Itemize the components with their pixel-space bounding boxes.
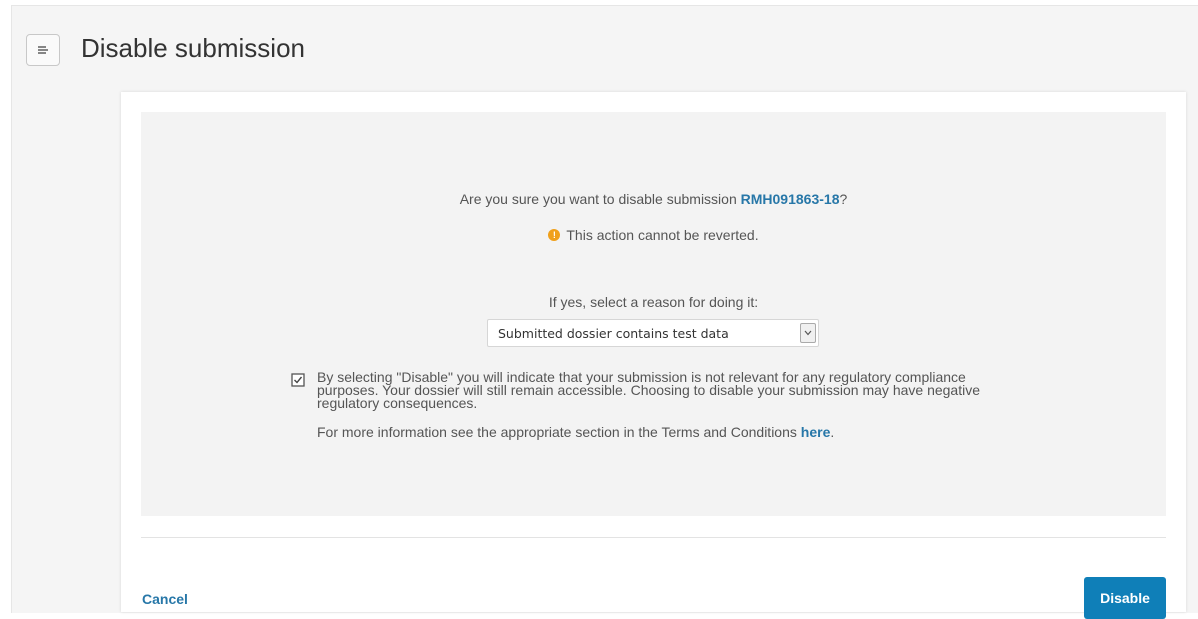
hamburger-menu-icon — [38, 46, 48, 54]
consent-section: By selecting "Disable" you will indicate… — [291, 369, 1021, 440]
footer-divider — [141, 537, 1166, 538]
warning-text: This action cannot be reverted. — [566, 227, 759, 243]
dialog-card: Are you sure you want to disable submiss… — [121, 92, 1186, 619]
warning-circle-icon: ! — [548, 229, 561, 241]
cancel-button[interactable]: Cancel — [142, 591, 188, 607]
confirmation-question: Are you sure you want to disable submiss… — [141, 191, 1166, 207]
reason-select[interactable]: Submitted dossier contains test data — [487, 319, 819, 347]
consent-text: By selecting "Disable" you will indicate… — [317, 369, 981, 411]
disable-button[interactable]: Disable — [1084, 577, 1166, 619]
dialog-content-panel: Are you sure you want to disable submiss… — [141, 112, 1166, 516]
submission-id-link[interactable]: RMH091863-18 — [741, 191, 840, 207]
terms-link[interactable]: here — [801, 424, 831, 440]
menu-toggle-button[interactable] — [26, 34, 60, 66]
more-info-suffix: . — [830, 424, 835, 440]
page-title: Disable submission — [81, 33, 305, 63]
question-suffix: ? — [839, 191, 848, 207]
consent-checkbox[interactable] — [291, 373, 305, 387]
reason-select-value: Submitted dossier contains test data — [498, 325, 729, 341]
irreversible-warning: ! This action cannot be reverted. — [141, 227, 1166, 243]
question-prefix: Are you sure you want to disable submiss… — [459, 191, 741, 207]
more-info-prefix: For more information see the appropriate… — [317, 424, 801, 440]
reason-label: If yes, select a reason for doing it: — [548, 294, 759, 310]
chevron-down-icon[interactable] — [800, 323, 816, 343]
more-info-text: For more information see the appropriate… — [317, 424, 1021, 440]
